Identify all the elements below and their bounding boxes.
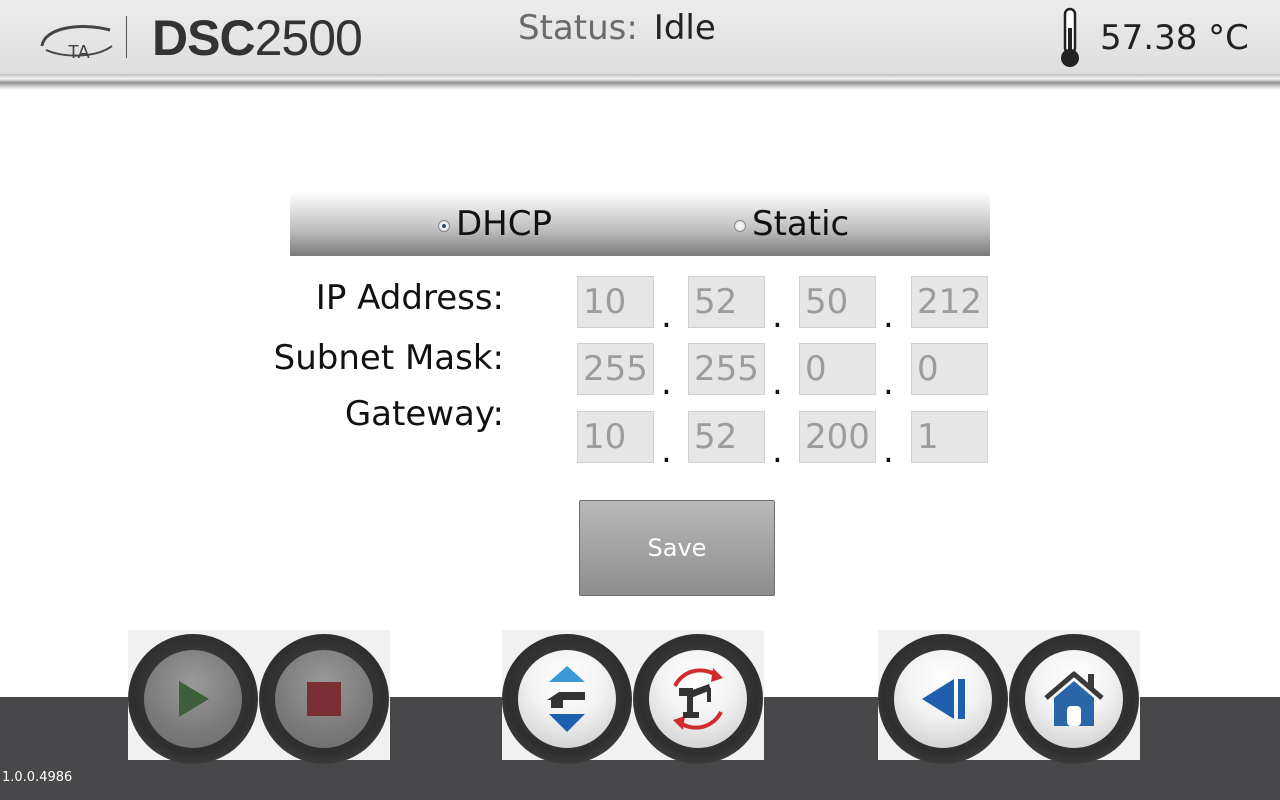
header-bar: TA DSC2500 Status: Idle 57.38 °C — [0, 0, 1280, 76]
gateway-octet-3[interactable]: 200 — [799, 411, 876, 463]
version-label: 1.0.0.4986 — [2, 770, 73, 785]
product-name-number: 2500 — [254, 10, 363, 66]
dhcp-radio-indicator[interactable] — [438, 220, 450, 232]
instrument-status: Status: Idle — [518, 6, 716, 50]
back-button[interactable] — [878, 634, 1008, 764]
static-radio[interactable]: Static — [734, 202, 849, 246]
play-icon — [179, 681, 209, 717]
ta-logo: TA — [40, 25, 113, 62]
dhcp-radio-label: DHCP — [456, 204, 552, 244]
autosampler-button[interactable] — [633, 634, 763, 764]
gateway-octet-4[interactable]: 1 — [911, 411, 988, 463]
status-value: Idle — [653, 8, 716, 48]
dsc-screen: TA DSC2500 Status: Idle 57.38 °C DHCP Sta… — [0, 0, 1280, 800]
subnet-mask-octet-1[interactable]: 255 — [577, 343, 654, 395]
start-run-button-face[interactable] — [144, 650, 242, 748]
ip-separator: . — [661, 296, 672, 336]
home-icon — [1044, 671, 1104, 726]
ip-address-label: IP Address: — [315, 278, 504, 318]
back-button-face[interactable] — [894, 650, 992, 748]
ip-address-octet-3[interactable]: 50 — [799, 276, 876, 328]
ip-separator: . — [661, 431, 672, 471]
stop-run-button[interactable] — [259, 634, 389, 764]
temperature-readout: 57.38 °C — [1100, 18, 1249, 58]
start-run-button[interactable] — [128, 634, 258, 764]
ip-address-octet-4[interactable]: 212 — [911, 276, 988, 328]
home-button[interactable] — [1009, 634, 1139, 764]
subnet-mask-fields: 255 . 255 . 0 . 0 — [577, 343, 989, 403]
svg-text:TA: TA — [68, 42, 90, 62]
subnet-mask-label: Subnet Mask: — [273, 338, 504, 378]
save-button[interactable]: Save — [579, 500, 775, 596]
gateway-fields: 10 . 52 . 200 . 1 — [577, 411, 989, 471]
ip-address-octet-1[interactable]: 10 — [577, 276, 654, 328]
thermometer-icon — [1061, 7, 1079, 67]
product-name-bold: DSC — [152, 10, 256, 66]
ip-separator: . — [883, 431, 894, 471]
subnet-mask-octet-3[interactable]: 0 — [799, 343, 876, 395]
ip-separator: . — [772, 431, 783, 471]
lid-open-close-icon — [547, 666, 585, 732]
header-divider — [0, 74, 1280, 90]
logo-divider — [126, 16, 127, 58]
lid-control-button-face[interactable] — [518, 650, 616, 748]
autosampler-robot-icon — [673, 668, 723, 730]
subnet-mask-octet-4[interactable]: 0 — [911, 343, 988, 395]
back-icon — [922, 679, 965, 719]
gateway-octet-1[interactable]: 10 — [577, 411, 654, 463]
static-radio-indicator[interactable] — [734, 220, 746, 232]
ip-address-octet-2[interactable]: 52 — [688, 276, 765, 328]
status-label: Status: — [518, 8, 638, 48]
ip-separator: . — [772, 296, 783, 336]
stop-icon — [307, 682, 341, 716]
autosampler-button-face[interactable] — [649, 650, 747, 748]
ip-separator: . — [772, 363, 783, 403]
gateway-label: Gateway: — [344, 394, 504, 434]
ip-separator: . — [661, 363, 672, 403]
ip-address-fields: 10 . 52 . 50 . 212 — [577, 276, 989, 336]
ip-separator: . — [883, 296, 894, 336]
static-radio-label: Static — [752, 204, 850, 244]
product-name: DSC2500 — [152, 6, 363, 70]
dhcp-radio[interactable]: DHCP — [438, 202, 552, 246]
ip-separator: . — [883, 363, 894, 403]
lid-control-button[interactable] — [502, 634, 632, 764]
stop-run-button-face[interactable] — [275, 650, 373, 748]
home-button-face[interactable] — [1025, 650, 1123, 748]
gateway-octet-2[interactable]: 52 — [688, 411, 765, 463]
subnet-mask-octet-2[interactable]: 255 — [688, 343, 765, 395]
ip-mode-selector: DHCP Static — [290, 192, 990, 256]
